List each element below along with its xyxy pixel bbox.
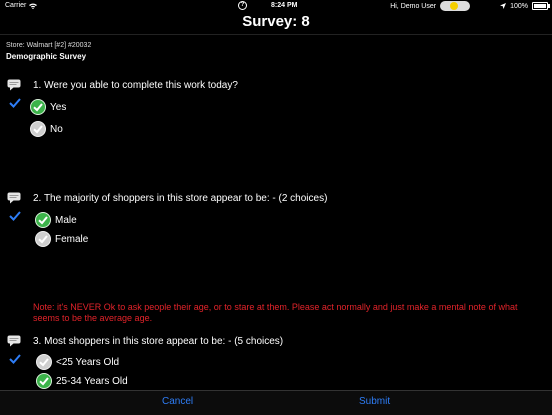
option-no[interactable]: No — [30, 121, 63, 137]
checked-circle-icon — [36, 373, 52, 389]
store-line: Store: Walmart [#2] #20032 — [6, 42, 92, 49]
option-label: Yes — [50, 101, 67, 113]
question-1: 1. Were you able to complete this work t… — [0, 79, 552, 139]
checked-circle-icon — [35, 212, 51, 228]
option-yes[interactable]: Yes — [30, 99, 66, 115]
age-note: Note: it's NEVER Ok to ask people their … — [33, 302, 518, 323]
cancel-button[interactable]: Cancel — [162, 396, 193, 407]
user-greeting: Hi, Demo User — [390, 2, 437, 10]
location-arrow-icon — [500, 3, 507, 9]
bottom-toolbar: Cancel Submit — [0, 390, 552, 415]
toggle-knob — [450, 2, 459, 10]
page-title: Survey: 8 — [242, 13, 310, 30]
carrier-label: Carrier — [5, 2, 27, 9]
nav-bar: Survey: 8 — [0, 12, 552, 35]
answered-check-icon — [9, 98, 21, 108]
unchecked-circle-icon — [35, 231, 51, 247]
option-male[interactable]: Male — [35, 212, 77, 228]
question-text: 2. The majority of shoppers in this stor… — [33, 193, 328, 204]
question-text: 1. Were you able to complete this work t… — [33, 80, 238, 91]
checked-circle-icon — [30, 99, 46, 115]
user-toggle[interactable] — [440, 1, 471, 11]
option-label: No — [50, 123, 63, 135]
answered-check-icon — [9, 354, 21, 364]
battery-percent: 100% — [510, 2, 528, 10]
question-2: 2. The majority of shoppers in this stor… — [0, 192, 552, 252]
question-text: 3. Most shoppers in this store appear to… — [33, 336, 284, 347]
wifi-icon — [29, 3, 38, 9]
option-female[interactable]: Female — [35, 231, 88, 247]
option-label: 25-34 Years Old — [56, 375, 128, 387]
option-label: Female — [55, 233, 89, 245]
battery-icon — [532, 2, 550, 10]
status-right: Hi, Demo User 100% — [390, 1, 550, 11]
help-icon[interactable]: ? — [238, 1, 247, 10]
option-25-34[interactable]: 25-34 Years Old — [36, 373, 128, 389]
option-label: <25 Years Old — [56, 356, 120, 368]
status-bar: Carrier ? 8:24 PM Hi, Demo User 100% — [0, 0, 552, 12]
question-3: 3. Most shoppers in this store appear to… — [0, 335, 552, 390]
comment-bubble-icon[interactable] — [7, 79, 21, 91]
option-label: Male — [55, 214, 77, 226]
status-center: ? 8:24 PM — [238, 1, 297, 10]
status-left: Carrier — [5, 2, 38, 9]
submit-button[interactable]: Submit — [359, 396, 390, 407]
comment-bubble-icon[interactable] — [7, 335, 21, 347]
unchecked-circle-icon — [30, 121, 46, 137]
answered-check-icon — [9, 211, 21, 221]
comment-bubble-icon[interactable] — [7, 192, 21, 204]
survey-name: Demographic Survey — [6, 52, 87, 61]
status-time: 8:24 PM — [271, 2, 298, 9]
unchecked-circle-icon — [36, 354, 52, 370]
option-under-25[interactable]: <25 Years Old — [36, 354, 119, 370]
